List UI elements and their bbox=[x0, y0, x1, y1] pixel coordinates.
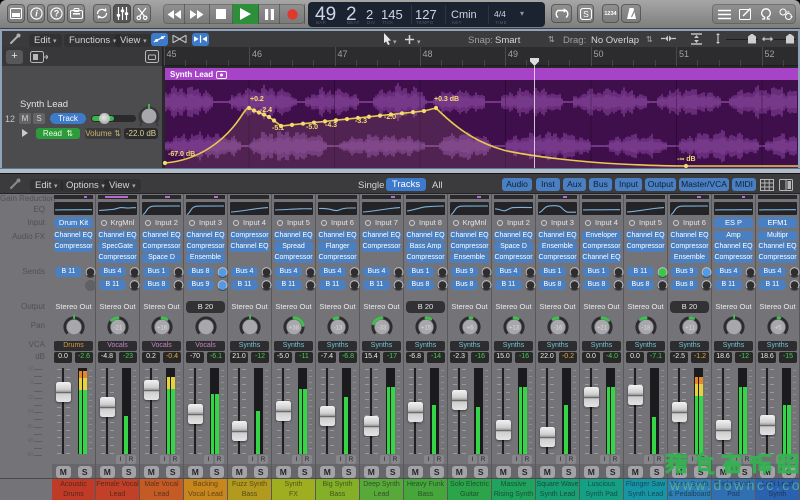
svg-text:+6: +6 bbox=[466, 326, 474, 332]
svg-text:+21: +21 bbox=[596, 326, 607, 332]
svg-text:-13: -13 bbox=[333, 326, 342, 332]
svg-text:-16: -16 bbox=[553, 326, 562, 332]
svg-text:+13: +13 bbox=[508, 326, 519, 332]
svg-text:+38: +38 bbox=[288, 326, 299, 332]
svg-text:+11: +11 bbox=[685, 326, 695, 332]
svg-text:-18: -18 bbox=[641, 326, 650, 332]
svg-text:+15: +15 bbox=[420, 326, 431, 332]
svg-text:+5: +5 bbox=[774, 326, 782, 332]
svg-text:+16: +16 bbox=[156, 326, 167, 332]
svg-text:-33: -33 bbox=[377, 326, 386, 332]
svg-text:-21: -21 bbox=[113, 326, 122, 332]
